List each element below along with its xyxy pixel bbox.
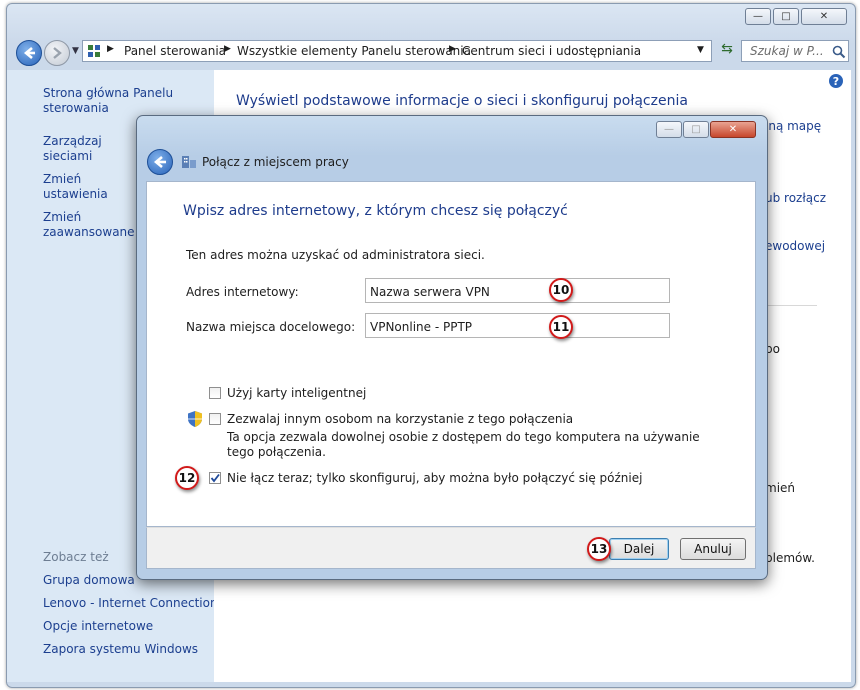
dialog-back-button[interactable] [147, 149, 173, 175]
divider [765, 305, 817, 306]
dialog-info-text: Ten adres można uzyskać od administrator… [186, 248, 485, 262]
maximize-button[interactable]: □ [773, 8, 799, 25]
smartcard-label: Użyj karty inteligentnej [227, 386, 367, 400]
breadcrumb-all-items[interactable]: Wszystkie elementy Panelu sterowania [237, 44, 471, 58]
address-bar[interactable]: ▶ Panel sterowania ▶ Wszystkie elementy … [82, 40, 712, 62]
breadcrumb-separator-icon: ▶ [224, 44, 231, 54]
see-also-lenovo[interactable]: Lenovo - Internet Connection [43, 596, 218, 610]
main-link-map[interactable]: lną mapę [765, 119, 821, 133]
uac-shield-icon [188, 411, 202, 427]
main-link-wireless[interactable]: ewodowej [765, 239, 825, 253]
destination-label: Nazwa miejsca docelowego: [186, 320, 356, 334]
next-button[interactable]: Dalej [609, 538, 669, 560]
annotation-badge-12: 12 [175, 466, 199, 490]
maximize-icon: □ [691, 124, 701, 135]
control-panel-icon [87, 44, 101, 61]
back-arrow-icon [23, 47, 35, 59]
page-title: Wyświetl podstawowe informacje o sieci i… [236, 93, 688, 109]
history-dropdown-icon[interactable]: ▼ [72, 46, 79, 56]
minimize-icon: — [753, 11, 763, 22]
forward-arrow-icon [53, 47, 62, 59]
sidebar-item-home[interactable]: Strona główna Panelu sterowania [43, 86, 193, 116]
main-text-fragment: mień [765, 481, 796, 495]
allow-others-note: Ta opcja zezwala dowolnej osobie z dostę… [227, 430, 700, 459]
breadcrumb-network-center[interactable]: Centrum sieci i udostępniania [462, 44, 641, 58]
close-icon: ✕ [819, 11, 829, 22]
dialog-minimize-button: — [656, 121, 682, 138]
search-input[interactable]: Szukaj w P... [750, 44, 824, 58]
annotation-badge-11: 11 [549, 315, 573, 339]
workplace-network-icon [182, 156, 196, 168]
destination-field[interactable]: VPNonline - PPTP [365, 313, 670, 338]
close-icon: ✕ [728, 124, 738, 135]
minimize-button[interactable]: — [745, 8, 771, 25]
sidebar-item-adapter[interactable]: Zmień ustawienia karty sieciowej [43, 172, 138, 202]
cancel-button[interactable]: Anuluj [680, 538, 746, 560]
svg-text:?: ? [833, 75, 839, 88]
annotation-badge-13: 13 [587, 537, 611, 561]
sidebar-item-wireless[interactable]: Zarządzaj sieciami bezprzewodowymi [43, 134, 138, 164]
address-dropdown-icon[interactable]: ▼ [697, 45, 704, 55]
dialog-title: Połącz z miejscem pracy [202, 155, 349, 169]
dont-connect-checkbox[interactable] [209, 472, 221, 484]
dont-connect-label: Nie łącz teraz; tylko skonfiguruj, aby m… [227, 471, 643, 485]
breadcrumb-panel-sterowania[interactable]: Panel sterowania [124, 44, 226, 58]
help-icon[interactable]: ? [828, 73, 844, 89]
see-also-heading: Zobacz też [43, 550, 109, 564]
address-label: Adres internetowy: [186, 285, 299, 299]
dialog-close-button[interactable]: ✕ [710, 121, 756, 138]
allow-others-label: Zezwalaj innym osobom na korzystanie z t… [227, 412, 574, 426]
dialog-maximize-button: □ [683, 121, 709, 138]
forward-button[interactable] [44, 40, 70, 66]
checkmark-icon [210, 473, 220, 483]
main-link-connect[interactable]: ub rozłącz [765, 191, 826, 205]
refresh-icon[interactable]: ⇆ [716, 41, 738, 61]
allow-others-checkbox[interactable] [209, 413, 221, 425]
back-arrow-icon [153, 156, 166, 168]
minimize-icon: — [664, 124, 674, 135]
sidebar-item-sharing[interactable]: Zmień zaawansowane ustawienia udostępnia… [43, 210, 138, 240]
close-button[interactable]: ✕ [801, 8, 847, 25]
main-text-fragment: blemów. [765, 551, 815, 565]
dialog-heading: Wpisz adres internetowy, z którym chcesz… [183, 203, 568, 219]
back-button[interactable] [16, 40, 42, 66]
breadcrumb-separator-icon: ▶ [107, 44, 114, 54]
address-field[interactable]: Nazwa serwera VPN [365, 278, 670, 303]
annotation-badge-10: 10 [549, 278, 573, 302]
maximize-icon: □ [781, 11, 791, 22]
smartcard-checkbox[interactable] [209, 387, 221, 399]
breadcrumb-separator-icon: ▶ [449, 44, 456, 54]
search-icon[interactable] [832, 45, 846, 59]
see-also-homegroup[interactable]: Grupa domowa [43, 573, 135, 587]
see-also-firewall[interactable]: Zapora systemu Windows [43, 642, 198, 656]
see-also-internet-options[interactable]: Opcje internetowe [43, 619, 153, 633]
search-box[interactable]: Szukaj w P... [741, 40, 849, 62]
